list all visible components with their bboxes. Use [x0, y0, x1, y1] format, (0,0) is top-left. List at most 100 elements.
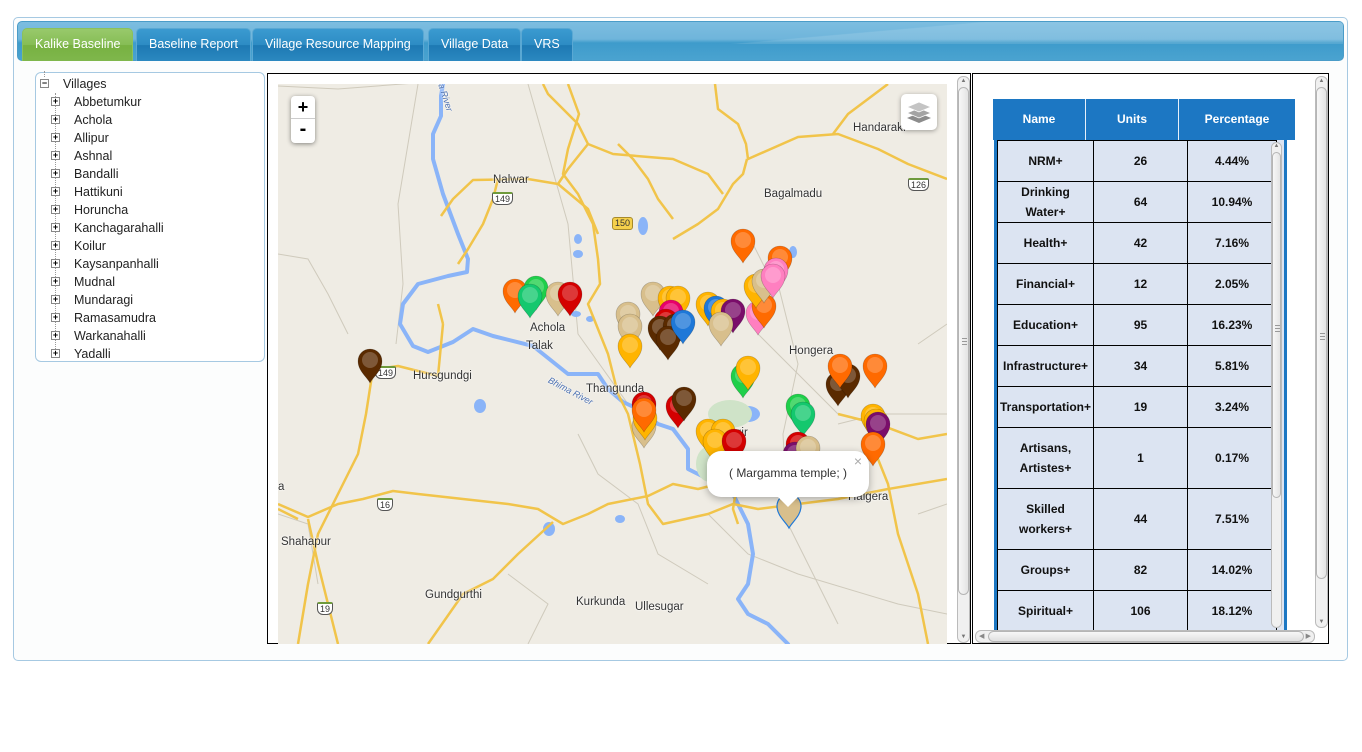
tab-village-data[interactable]: Village Data [428, 28, 522, 61]
cell-percentage: 14.02% [1187, 549, 1278, 591]
table-scrollbar[interactable]: ▲ [1271, 142, 1282, 628]
expand-icon[interactable]: + [51, 169, 60, 178]
scroll-thumb[interactable] [988, 631, 1304, 642]
scroll-up-arrow[interactable]: ▲ [1316, 78, 1327, 84]
scroll-left-arrow[interactable]: ◀ [979, 631, 984, 642]
scroll-grip [962, 338, 967, 345]
cell-percentage: 0.17% [1187, 427, 1278, 489]
map-panel: Handarakı Nalwar Bagalmadu Achola Talak … [267, 73, 971, 644]
map-marker-pin[interactable] [617, 333, 643, 369]
scroll-thumb[interactable] [1272, 152, 1281, 498]
table-row: Transportation+ 19 3.24% [997, 386, 1278, 428]
cell-name[interactable]: Spiritual+ [997, 590, 1095, 630]
cell-percentage: 18.12% [1187, 590, 1278, 630]
map-marker-pin[interactable] [730, 228, 756, 264]
map-marker-pin[interactable] [790, 401, 816, 437]
panel-horizontal-scrollbar[interactable]: ◀ ▶ [975, 630, 1315, 643]
tree-item-label: Mundaragi [74, 293, 134, 307]
cell-percentage: 7.51% [1187, 488, 1278, 550]
cell-units: 82 [1093, 549, 1189, 591]
map-marker-pin[interactable] [357, 348, 383, 384]
cell-percentage: 5.81% [1187, 345, 1278, 387]
layers-button[interactable] [901, 94, 937, 130]
column-header-percentage[interactable]: Percentage [1179, 99, 1295, 140]
map-canvas[interactable]: Handarakı Nalwar Bagalmadu Achola Talak … [278, 84, 947, 644]
collapse-icon[interactable]: − [40, 79, 49, 88]
column-header-name[interactable]: Name [993, 99, 1086, 140]
cell-name[interactable]: Education+ [997, 304, 1095, 346]
map-panel-scrollbar[interactable]: ▲ ▼ [957, 76, 970, 643]
expand-icon[interactable]: + [51, 187, 60, 196]
expand-icon[interactable]: + [51, 151, 60, 160]
resource-table-panel: Name Units Percentage NRM+ 26 4.44% Drinkin… [972, 73, 1329, 644]
cell-units: 106 [1093, 590, 1189, 630]
tree-item-label: Warkanahalli [74, 329, 146, 343]
tree-item-label: Kaysanpanhalli [74, 257, 159, 271]
tree-item-label: Bandalli [74, 167, 119, 181]
zoom-control: + - [291, 96, 315, 143]
zoom-in-button[interactable]: + [291, 96, 315, 119]
tree-item-label: Kanchagarahalli [74, 221, 164, 235]
cell-name[interactable]: Drinking Water+ [997, 181, 1095, 223]
tree-item-label: Yadalli [74, 347, 111, 361]
expand-icon[interactable]: + [51, 313, 60, 322]
expand-icon[interactable]: + [51, 349, 60, 358]
expand-icon[interactable]: + [51, 223, 60, 232]
cell-units: 19 [1093, 386, 1189, 428]
expand-icon[interactable]: + [51, 331, 60, 340]
scroll-up-arrow[interactable]: ▲ [1272, 143, 1281, 149]
tab-kalike-baseline[interactable]: Kalike Baseline [22, 28, 134, 61]
cell-name[interactable]: Infrastructure+ [997, 345, 1095, 387]
scroll-right-arrow[interactable]: ▶ [1306, 631, 1311, 642]
layers-icon [905, 101, 933, 123]
expand-icon[interactable]: + [51, 205, 60, 214]
tree-item-label: Mudnal [74, 275, 115, 289]
table-row: Drinking Water+ 64 10.94% [997, 181, 1278, 223]
table-row: Skilled workers+ 44 7.51% [997, 488, 1278, 550]
tree-item-label: Ashnal [74, 149, 113, 163]
expand-icon[interactable]: + [51, 133, 60, 142]
expand-icon[interactable]: + [51, 241, 60, 250]
panel-scrollbar[interactable]: ▲ ▼ [1315, 76, 1328, 628]
zoom-out-button[interactable]: - [291, 119, 315, 143]
column-header-units[interactable]: Units [1086, 99, 1179, 140]
cell-percentage: 4.44% [1187, 140, 1278, 182]
tab-vrs[interactable]: VRS [521, 28, 573, 61]
table-row: Groups+ 82 14.02% [997, 549, 1278, 591]
map-marker-pin[interactable] [708, 311, 734, 347]
cell-name[interactable]: Skilled workers+ [997, 488, 1095, 550]
expand-icon[interactable]: + [51, 295, 60, 304]
tree-item-label: Abbetumkur [74, 95, 142, 109]
cell-name[interactable]: Artisans, Artistes+ [997, 427, 1095, 489]
scroll-up-arrow[interactable]: ▲ [958, 78, 969, 84]
scroll-down-arrow[interactable]: ▼ [958, 634, 969, 640]
popup-close-button[interactable]: × [854, 453, 862, 469]
tree-item-label: Achola [74, 113, 113, 127]
cell-name[interactable]: Groups+ [997, 549, 1095, 591]
cell-percentage: 10.94% [1187, 181, 1278, 223]
cell-name[interactable]: Transportation+ [997, 386, 1095, 428]
cell-name[interactable]: NRM+ [997, 140, 1095, 182]
tab-baseline-report[interactable]: Baseline Report [136, 28, 251, 61]
expand-icon[interactable]: + [51, 259, 60, 268]
scroll-thumb[interactable] [1316, 87, 1327, 579]
table-row: Financial+ 12 2.05% [997, 263, 1278, 305]
tab-village-resource-mapping[interactable]: Village Resource Mapping [252, 28, 424, 61]
cell-units: 95 [1093, 304, 1189, 346]
tab-bar: Kalike Baseline Baseline Report Village … [17, 21, 1344, 61]
cell-name[interactable]: Financial+ [997, 263, 1095, 305]
map-marker-pin[interactable] [862, 353, 888, 389]
expand-icon[interactable]: + [51, 277, 60, 286]
table-row: Spiritual+ 106 18.12% [997, 590, 1278, 630]
expand-icon[interactable]: + [51, 97, 60, 106]
table-row: Health+ 42 7.16% [997, 222, 1278, 264]
scroll-down-arrow[interactable]: ▼ [1316, 619, 1327, 625]
cell-units: 64 [1093, 181, 1189, 223]
cell-units: 1 [1093, 427, 1189, 489]
scroll-thumb[interactable] [958, 87, 969, 595]
map-marker-pin[interactable] [517, 283, 543, 319]
table-row: Infrastructure+ 34 5.81% [997, 345, 1278, 387]
cell-name[interactable]: Health+ [997, 222, 1095, 264]
scroll-grip [1320, 333, 1325, 340]
expand-icon[interactable]: + [51, 115, 60, 124]
